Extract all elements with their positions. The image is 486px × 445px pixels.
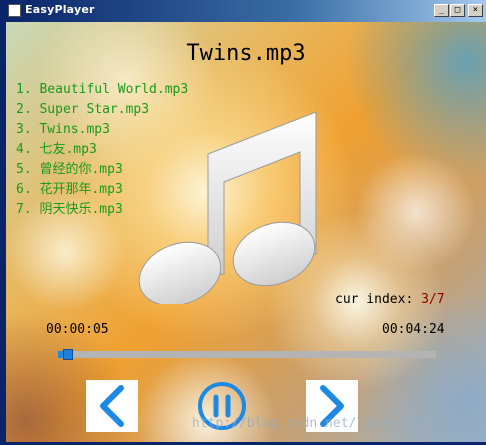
current-time: 00:00:05 xyxy=(46,322,109,337)
maximize-button[interactable]: □ xyxy=(450,4,465,17)
chevron-left-icon xyxy=(100,385,124,427)
app-window: EasyPlayer _ □ × Twins.mp3 1. Beautiful … xyxy=(0,0,486,445)
minimize-button[interactable]: _ xyxy=(434,4,449,17)
progress-handle[interactable] xyxy=(63,349,73,360)
window-title: EasyPlayer xyxy=(25,3,95,16)
cur-index: cur index: 3/7 xyxy=(335,292,445,307)
player-area: Twins.mp3 1. Beautiful World.mp3 2. Supe… xyxy=(6,22,486,442)
music-note-icon xyxy=(138,111,317,304)
total-time: 00:04:24 xyxy=(382,322,445,337)
current-song-title: Twins.mp3 xyxy=(186,41,306,66)
cur-index-label: cur index: xyxy=(335,292,414,307)
playlist-item[interactable]: 1. Beautiful World.mp3 xyxy=(16,80,188,100)
app-icon xyxy=(8,4,21,17)
close-button[interactable]: × xyxy=(468,4,483,17)
progress-bar[interactable] xyxy=(58,349,436,360)
previous-button[interactable] xyxy=(86,380,138,432)
cur-index-value: 3/7 xyxy=(421,292,445,307)
watermark-text: http://blog.csdn.net/ljmao_bok xyxy=(192,416,427,431)
title-bar[interactable]: EasyPlayer _ □ × xyxy=(3,0,486,22)
